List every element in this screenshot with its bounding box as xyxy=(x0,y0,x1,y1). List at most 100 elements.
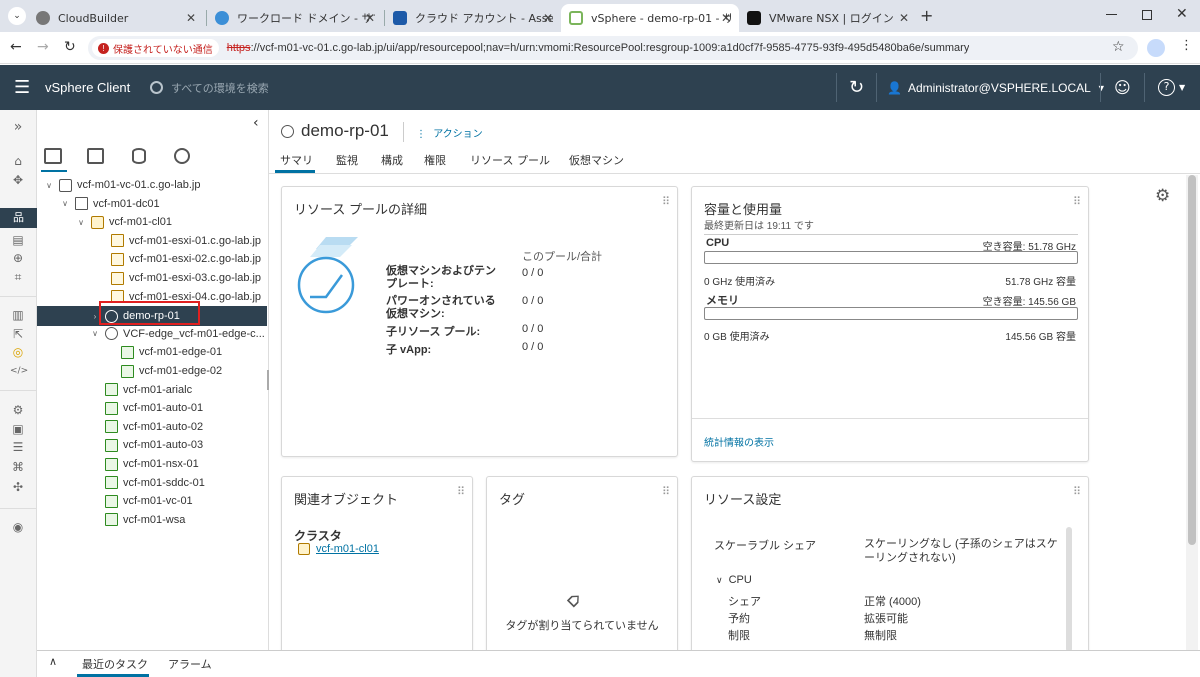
recent-tasks-tab[interactable]: 最近のタスク xyxy=(82,656,148,672)
card-scrollbar[interactable] xyxy=(1066,527,1072,652)
refresh-icon[interactable]: ↻ xyxy=(849,65,864,110)
tree-item-vm[interactable]: vcf-m01-auto-01 xyxy=(89,399,203,417)
maximize-icon[interactable] xyxy=(1142,10,1152,20)
content-library-icon[interactable]: ▥ xyxy=(10,308,26,322)
administration-icon[interactable]: ▣ xyxy=(10,422,26,436)
hosts-clusters-tab-icon[interactable] xyxy=(44,148,62,164)
inventory-icon[interactable]: 品 xyxy=(0,208,37,228)
tree-item-vm[interactable]: vcf-m01-auto-02 xyxy=(89,418,203,436)
detail-label: 仮想マシンおよびテンプレート: xyxy=(386,265,496,290)
tab-list-button[interactable]: ⌄ xyxy=(8,7,26,25)
tags-icon[interactable]: ⌘ xyxy=(10,460,26,474)
tags-card: タグ ⠿ ⌂ タグが割り当てられていません xyxy=(486,476,678,656)
tree-item-vm[interactable]: vcf-m01-sddc-01 xyxy=(89,474,205,492)
browser-tab-cloudbuilder[interactable]: CloudBuilder ✕ xyxy=(28,4,204,32)
tree-item-vm[interactable]: vcf-m01-auto-03 xyxy=(89,436,203,454)
tab-summary[interactable]: サマリ xyxy=(280,152,313,168)
chevron-right-icon[interactable]: › xyxy=(89,312,101,321)
browser-menu-icon[interactable]: ⋮ xyxy=(1180,38,1193,53)
browser-tab-workload-domain[interactable]: ワークロード ドメイン - サマリ ✕ xyxy=(207,4,383,32)
policies-icon[interactable]: ⚙ xyxy=(10,403,26,417)
tasks-icon[interactable]: ☰ xyxy=(10,440,26,454)
browser-tab-assembler[interactable]: クラウド アカウント - Assembler ✕ xyxy=(385,4,561,32)
developer-center-icon[interactable]: </> xyxy=(10,364,28,378)
storage-tab-icon[interactable] xyxy=(132,148,146,164)
tree-item-host[interactable]: vcf-m01-esxi-03.c.go-lab.jp xyxy=(95,269,261,287)
chevron-down-icon[interactable]: ∨ xyxy=(59,199,71,208)
close-window-icon[interactable]: ✕ xyxy=(1176,6,1188,22)
tab-monitor[interactable]: 監視 xyxy=(336,152,358,168)
profile-icon[interactable] xyxy=(1147,39,1165,57)
skyline-icon[interactable]: ◉ xyxy=(10,520,26,534)
bookmark-star-icon[interactable]: ☆ xyxy=(1112,39,1125,55)
close-tab-icon[interactable]: ✕ xyxy=(365,11,375,25)
tree-item-vm[interactable]: vcf-m01-nsx-01 xyxy=(89,455,199,473)
chevron-down-icon[interactable]: ∨ xyxy=(75,218,87,227)
tree-item-vc[interactable]: ∨ vcf-m01-vc-01.c.go-lab.jp xyxy=(43,176,201,194)
customize-view-gear-icon[interactable]: ⚙ xyxy=(1155,186,1170,206)
close-tab-icon[interactable]: ✕ xyxy=(186,11,196,25)
drag-handle-icon[interactable]: ⠿ xyxy=(1073,195,1081,208)
tree-item-vm[interactable]: vcf-m01-wsa xyxy=(89,511,185,529)
help-icon[interactable]: ? ▼ xyxy=(1158,65,1185,110)
drag-handle-icon[interactable]: ⠿ xyxy=(662,195,670,208)
tree-item-cluster[interactable]: ∨ vcf-m01-cl01 xyxy=(75,213,172,231)
minimize-icon[interactable] xyxy=(1106,14,1117,15)
alarms-tab[interactable]: アラーム xyxy=(168,656,212,672)
tree-item-vm[interactable]: vcf-m01-edge-01 xyxy=(105,343,222,361)
expand-rail-icon[interactable]: » xyxy=(10,120,26,134)
security-warning[interactable]: ! 保護されていない通信 xyxy=(92,39,219,57)
actions-menu[interactable]: ⋮ アクション xyxy=(416,125,483,140)
vm-icon xyxy=(105,438,118,452)
user-menu[interactable]: 👤 Administrator@VSPHERE.LOCAL ▼ xyxy=(887,65,1106,110)
url-field[interactable]: ! 保護されていない通信 https ://vcf-m01-vc-01.c.go… xyxy=(88,36,1138,60)
tab-vms[interactable]: 仮想マシン xyxy=(569,152,624,168)
view-stats-link[interactable]: 統計情報の表示 xyxy=(704,434,774,449)
vms-templates-icon[interactable]: ▤ xyxy=(10,233,26,247)
close-tab-icon[interactable]: ✕ xyxy=(721,11,731,25)
forward-icon[interactable]: → xyxy=(37,39,49,55)
lifecycle-icon[interactable]: ✣ xyxy=(10,480,26,494)
tree-item-vm[interactable]: vcf-m01-arialc xyxy=(89,381,192,399)
main-scrollbar[interactable] xyxy=(1186,175,1198,650)
chevron-down-icon[interactable]: ∨ xyxy=(43,181,55,190)
reload-icon[interactable]: ↻ xyxy=(64,39,76,55)
collapse-panel-icon[interactable]: ‹ xyxy=(253,115,259,131)
close-tab-icon[interactable]: ✕ xyxy=(899,11,909,25)
tree-item-rp[interactable]: ∨ VCF-edge_vcf-m01-edge-c... xyxy=(89,325,265,343)
chevron-down-icon[interactable]: ∨ xyxy=(89,329,101,338)
browser-tab-bar: ⌄ CloudBuilder ✕ ワークロード ドメイン - サマリ ✕ クラウ… xyxy=(0,0,1200,32)
storage-icon[interactable]: ⊕ xyxy=(10,251,26,265)
drag-handle-icon[interactable]: ⠿ xyxy=(457,485,465,498)
drag-handle-icon[interactable]: ⠿ xyxy=(1073,485,1081,498)
tree-item-rp[interactable]: › demo-rp-01 xyxy=(37,306,267,327)
global-inventory-icon[interactable]: ◎ xyxy=(10,345,26,359)
new-tab-button[interactable]: + xyxy=(920,6,933,25)
drag-handle-icon[interactable]: ⠿ xyxy=(662,485,670,498)
back-icon[interactable]: ← xyxy=(10,39,22,55)
tree-item-host[interactable]: vcf-m01-esxi-04.c.go-lab.jp xyxy=(95,288,261,306)
global-search[interactable]: すべての環境を検索 xyxy=(150,65,269,110)
tree-item-dc[interactable]: ∨ vcf-m01-dc01 xyxy=(59,195,160,213)
networking-tab-icon[interactable] xyxy=(174,148,190,164)
networking-icon[interactable]: ⌗ xyxy=(10,270,26,284)
shortcuts-icon[interactable]: ✥ xyxy=(10,173,26,187)
cpu-section-toggle[interactable]: ∨ CPU xyxy=(716,574,752,586)
hamburger-menu-icon[interactable]: ☰ xyxy=(14,65,30,110)
tree-item-vm[interactable]: vcf-m01-edge-02 xyxy=(105,362,222,380)
browser-tab-vsphere[interactable]: vSphere - demo-rp-01 - サマリ ✕ xyxy=(561,4,739,32)
tree-item-vm[interactable]: vcf-m01-vc-01 xyxy=(89,492,193,510)
tree-item-host[interactable]: vcf-m01-esxi-01.c.go-lab.jp xyxy=(95,232,261,250)
browser-tab-nsx[interactable]: VMware NSX | ログイン ✕ xyxy=(739,4,917,32)
workload-icon[interactable]: ⇱ xyxy=(10,327,26,341)
tab-configure[interactable]: 構成 xyxy=(381,152,403,168)
home-icon[interactable]: ⌂ xyxy=(10,154,26,168)
feedback-smiley-icon[interactable]: ☺ xyxy=(1114,65,1131,110)
tab-permissions[interactable]: 権限 xyxy=(424,152,446,168)
vms-templates-tab-icon[interactable] xyxy=(87,148,104,164)
cluster-link[interactable]: vcf-m01-cl01 xyxy=(316,543,379,555)
chevron-up-icon[interactable]: ∧ xyxy=(49,655,57,668)
tab-resource-pools[interactable]: リソース プール xyxy=(470,152,550,168)
close-tab-icon[interactable]: ✕ xyxy=(543,11,553,25)
tree-item-host[interactable]: vcf-m01-esxi-02.c.go-lab.jp xyxy=(95,250,261,268)
